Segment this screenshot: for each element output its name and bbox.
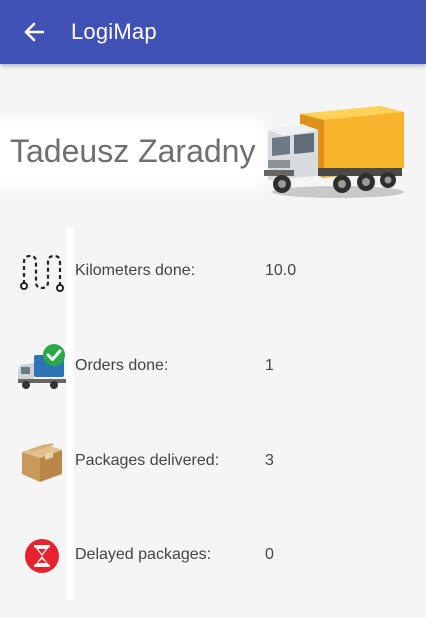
app-title: LogiMap <box>71 19 157 44</box>
stat-value: 10.0 <box>265 262 297 279</box>
stat-row-delayed: Delayed packages: 0 <box>0 531 426 581</box>
delivery-truck-check-icon <box>18 344 66 389</box>
route-icon <box>20 254 64 292</box>
stat-row-packages: Packages delivered: 3 <box>0 437 426 487</box>
stat-row-orders: Orders done: 1 <box>0 342 426 392</box>
truck-icon <box>264 106 404 198</box>
back-button[interactable] <box>18 16 50 48</box>
stat-label: Delayed packages: <box>75 546 212 563</box>
app-bar: LogiMap <box>0 0 426 64</box>
stat-value: 0 <box>265 546 274 563</box>
stat-value: 1 <box>265 357 274 374</box>
stat-label: Kilometers done: <box>75 262 196 279</box>
stat-row-kilometers: Kilometers done: 10.0 <box>0 247 426 297</box>
arrow-back-icon <box>24 22 45 42</box>
package-box-icon <box>22 443 62 482</box>
driver-name: Tadeusz Zaradny <box>10 133 256 169</box>
hourglass-icon <box>25 539 59 573</box>
stat-value: 3 <box>265 452 274 469</box>
stat-label: Packages delivered: <box>75 452 220 469</box>
stat-label: Orders done: <box>75 357 169 374</box>
